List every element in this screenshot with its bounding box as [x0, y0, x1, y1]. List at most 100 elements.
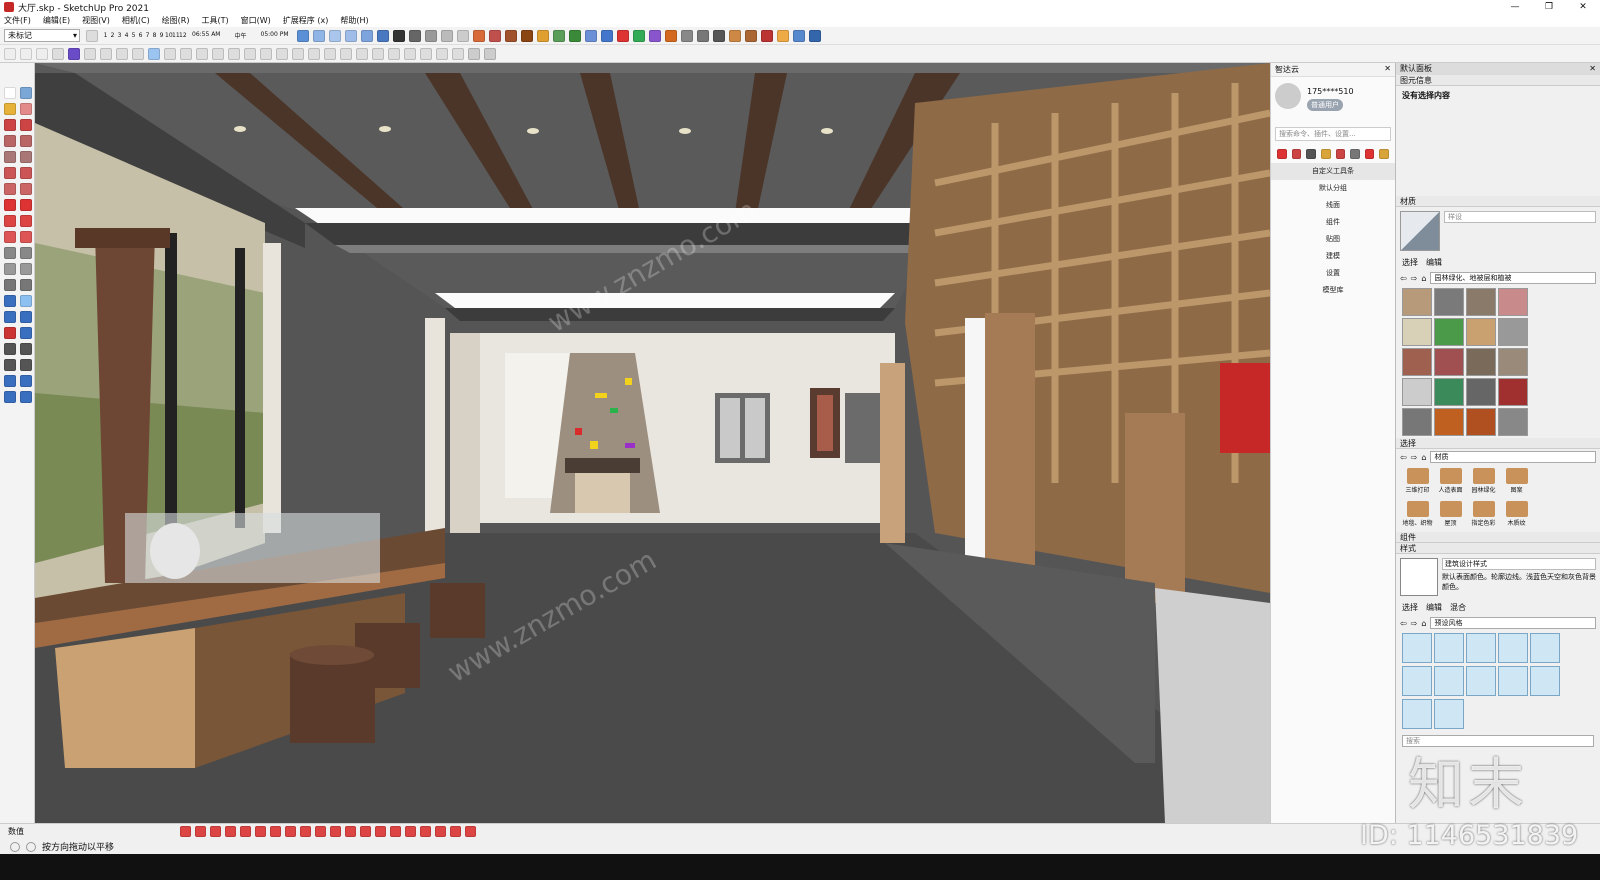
- follow-me-icon[interactable]: [20, 215, 32, 227]
- extrude-icon[interactable]: [324, 47, 336, 60]
- rotate-icon[interactable]: [4, 215, 16, 227]
- home-icon[interactable]: ⌂: [1421, 274, 1426, 283]
- refresh-icon[interactable]: [632, 29, 645, 42]
- xray-icon[interactable]: [392, 29, 405, 42]
- join-icon[interactable]: [260, 47, 272, 60]
- zhiyun-menu-custom-toolbar[interactable]: 自定义工具条: [1271, 163, 1395, 180]
- rect-tool-icon[interactable]: [4, 135, 16, 147]
- tool-icon[interactable]: [210, 826, 221, 837]
- target-icon[interactable]: [616, 29, 629, 42]
- extension-icon[interactable]: [488, 29, 501, 42]
- select-arrow-icon[interactable]: [4, 87, 16, 99]
- home-icon[interactable]: ⌂: [1421, 453, 1426, 462]
- tape-icon[interactable]: [484, 47, 496, 60]
- warehouse-tool-icon[interactable]: [4, 375, 16, 387]
- styles-header[interactable]: 样式: [1396, 543, 1600, 554]
- close-button[interactable]: ✕: [1566, 0, 1600, 14]
- rotated-rect-icon[interactable]: [20, 135, 32, 147]
- grid-icon[interactable]: [196, 47, 208, 60]
- tree-icon[interactable]: [568, 29, 581, 42]
- style-thumb[interactable]: [1530, 666, 1560, 696]
- tape-measure-icon[interactable]: [4, 247, 16, 259]
- roof-icon[interactable]: [520, 29, 533, 42]
- right-view-icon[interactable]: [344, 29, 357, 42]
- model-viewport[interactable]: www.znzmo.com www.znzmo.com: [35, 63, 1270, 823]
- select-dot-icon[interactable]: [4, 47, 16, 60]
- materials-header[interactable]: 材质: [1396, 196, 1600, 207]
- front-view-icon[interactable]: [328, 29, 341, 42]
- polygon-icon[interactable]: [20, 151, 32, 163]
- textured-icon[interactable]: [456, 29, 469, 42]
- eraser-tool-icon[interactable]: [20, 103, 32, 115]
- material-thumb[interactable]: [1498, 348, 1528, 376]
- stop-icon[interactable]: [1364, 149, 1375, 159]
- tool-icon[interactable]: [330, 826, 341, 837]
- curve-icon[interactable]: [276, 47, 288, 60]
- top-view-icon[interactable]: [312, 29, 325, 42]
- style-thumbnail[interactable]: [1400, 558, 1438, 596]
- paint-icon[interactable]: [1291, 149, 1302, 159]
- layout-icon[interactable]: [20, 391, 32, 403]
- material-thumb[interactable]: [1434, 408, 1464, 436]
- look-around-icon[interactable]: [20, 343, 32, 355]
- tool-icon[interactable]: [390, 826, 401, 837]
- spring-icon[interactable]: [388, 47, 400, 60]
- ruby-icon[interactable]: [664, 29, 677, 42]
- cut-icon[interactable]: [760, 29, 773, 42]
- zhiyun-menu-model-library[interactable]: 模型库: [1271, 282, 1395, 299]
- back-view-icon[interactable]: [360, 29, 373, 42]
- axes-tool-icon[interactable]: [4, 279, 16, 291]
- protractor-icon[interactable]: [4, 263, 16, 275]
- material-thumb[interactable]: [1466, 408, 1496, 436]
- help-icon[interactable]: [26, 841, 36, 852]
- material-thumb[interactable]: [1402, 408, 1432, 436]
- 3d-text-icon[interactable]: [20, 279, 32, 291]
- material-name-field[interactable]: 样设: [1444, 211, 1596, 223]
- pen-icon[interactable]: [680, 29, 693, 42]
- zhiyun-search-input[interactable]: 搜索命令、插件、设置...: [1275, 127, 1391, 141]
- tab-edit[interactable]: 编辑: [1426, 257, 1442, 268]
- key-icon[interactable]: [1379, 149, 1389, 159]
- back-arrow-icon[interactable]: ⇦: [1400, 453, 1407, 462]
- tool-icon[interactable]: [315, 826, 326, 837]
- target-icon[interactable]: [1306, 149, 1316, 159]
- tool-icon[interactable]: [405, 826, 416, 837]
- menu-view[interactable]: 视图(V): [82, 15, 110, 26]
- zhiyun-menu-line-face[interactable]: 线面: [1271, 197, 1395, 214]
- back-arrow-icon[interactable]: ⇦: [1400, 619, 1407, 628]
- material-thumb[interactable]: [1498, 408, 1528, 436]
- axes-icon[interactable]: [84, 47, 96, 60]
- style-name-field[interactable]: 建筑设计样式: [1442, 558, 1596, 570]
- walk-icon[interactable]: [4, 359, 16, 371]
- material-thumb[interactable]: [1402, 348, 1432, 376]
- menu-camera[interactable]: 相机(C): [122, 15, 150, 26]
- shaded-icon[interactable]: [440, 29, 453, 42]
- zoom-window-icon[interactable]: [20, 311, 32, 323]
- material-swatch[interactable]: [1400, 211, 1440, 251]
- material-icon[interactable]: [504, 29, 517, 42]
- maximize-button[interactable]: ❐: [1532, 0, 1566, 14]
- style-thumb[interactable]: [1402, 633, 1432, 663]
- material-thumb[interactable]: [1498, 378, 1528, 406]
- zhiyun-menu-settings[interactable]: 设置: [1271, 265, 1395, 282]
- category-item[interactable]: 屋顶: [1435, 500, 1466, 530]
- style-thumb[interactable]: [1498, 633, 1528, 663]
- style-thumb[interactable]: [1402, 699, 1432, 729]
- forward-arrow-icon[interactable]: ⇨: [1411, 453, 1418, 462]
- orbit-icon[interactable]: [648, 29, 661, 42]
- arc-icon[interactable]: [356, 47, 368, 60]
- zhiyun-menu-component[interactable]: 组件: [1271, 214, 1395, 231]
- tab-select[interactable]: 选择: [1402, 602, 1418, 613]
- wave-icon[interactable]: [372, 47, 384, 60]
- component-icon[interactable]: [20, 87, 32, 99]
- close-icon[interactable]: ✕: [1589, 63, 1596, 75]
- arrow-icon[interactable]: [792, 29, 805, 42]
- material-thumb[interactable]: [1498, 318, 1528, 346]
- zhiyun-menu-default-group[interactable]: 默认分组: [1271, 180, 1395, 197]
- material-library-select[interactable]: 园林绿化、地被层和植被: [1430, 272, 1596, 284]
- text-icon[interactable]: [20, 263, 32, 275]
- bulb-icon[interactable]: [1320, 149, 1331, 159]
- style-thumb[interactable]: [1466, 666, 1496, 696]
- iso-view-icon[interactable]: [296, 29, 309, 42]
- tool-icon[interactable]: [270, 826, 281, 837]
